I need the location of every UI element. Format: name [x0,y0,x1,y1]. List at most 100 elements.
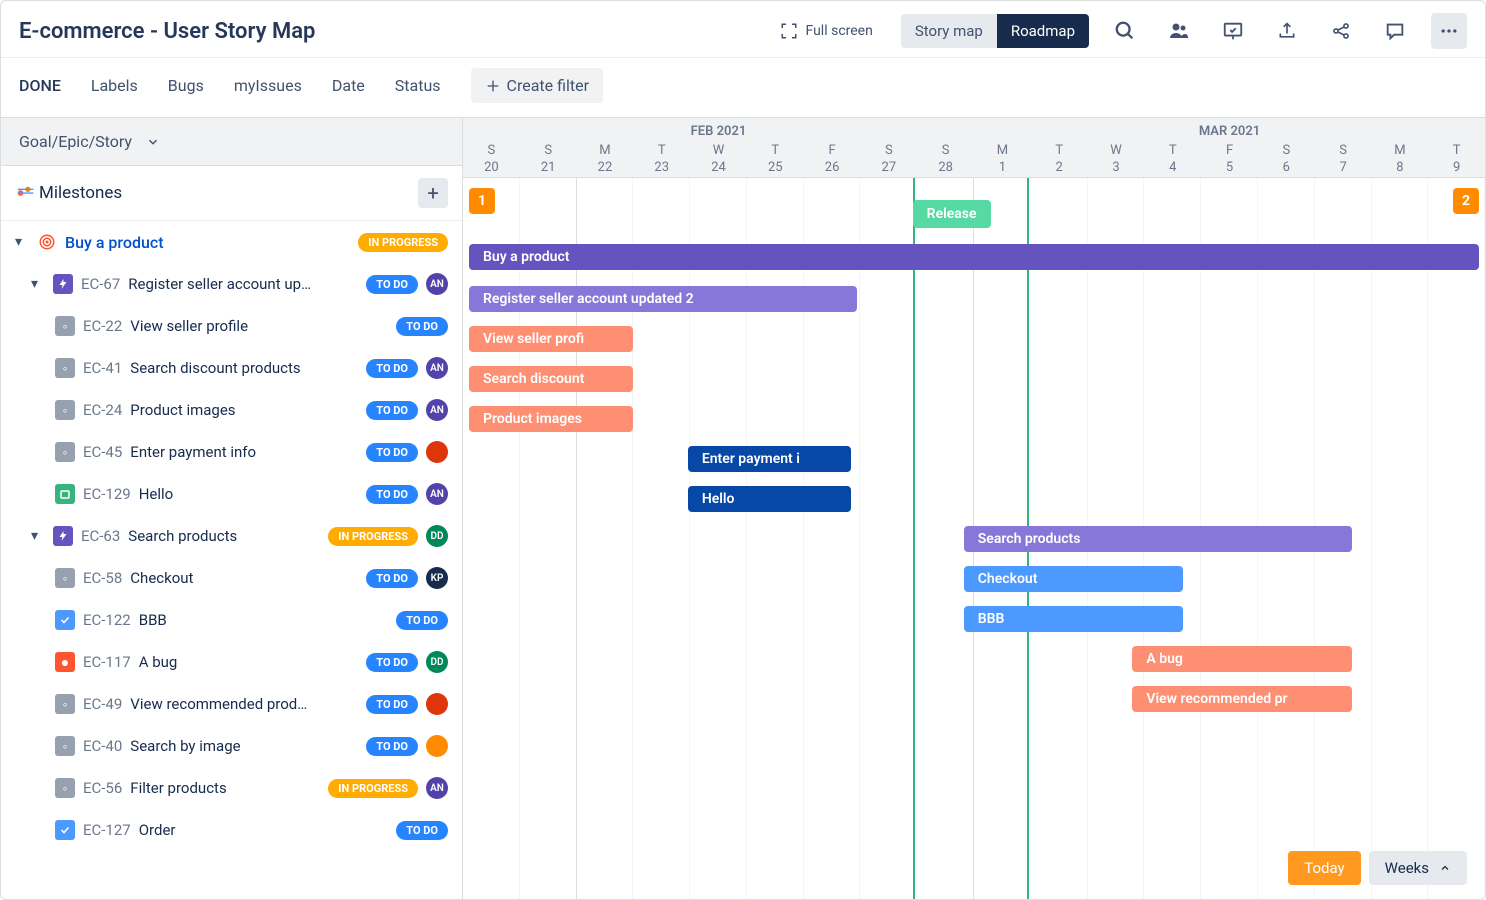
search-button[interactable] [1107,13,1143,49]
avatar: KP [426,567,448,589]
status-badge: TO DO [366,401,418,420]
comment-button[interactable] [1377,13,1413,49]
story-row[interactable]: ◦ EC-40 Search by image TO DO [1,725,462,767]
goal-row[interactable]: ▾ Buy a product IN PROGRESS [1,221,462,263]
avatar: AN [426,777,448,799]
filter-labels[interactable]: Labels [91,76,138,95]
story-icon: ◦ [55,316,75,336]
weeks-selector[interactable]: Weeks [1369,851,1467,885]
story-row[interactable]: ◦ EC-22 View seller profile TO DO [1,305,462,347]
status-badge: IN PROGRESS [328,779,418,798]
issue-key: EC-24 [83,401,122,419]
story-row[interactable]: ◦ EC-24 Product images TO DO AN [1,389,462,431]
weeks-label: Weeks [1385,859,1429,877]
day-column: F26 [804,141,861,177]
timeline-bar[interactable]: Checkout [964,566,1184,592]
expand-icon[interactable]: ▾ [31,528,45,544]
issue-key: EC-49 [83,695,122,713]
create-filter-button[interactable]: Create filter [471,68,603,103]
milestones-icon [15,182,39,204]
present-button[interactable] [1215,13,1251,49]
story-icon: ◦ [55,694,75,714]
timeline-bar[interactable]: A bug [1132,646,1352,672]
issue-key: EC-41 [83,359,122,377]
issue-text: Search by image [130,737,358,755]
story-row[interactable]: ◦ EC-58 Checkout TO DO KP [1,557,462,599]
timeline-bar[interactable]: Hello [688,486,852,512]
filter-date[interactable]: Date [332,76,365,95]
timeline-bar[interactable]: BBB [964,606,1184,632]
timeline-bar[interactable]: View seller profi [469,326,633,352]
create-filter-label: Create filter [507,76,589,95]
storymap-tab[interactable]: Story map [901,14,997,48]
issue-key: EC-58 [83,569,122,587]
issue-text: Search products [128,527,320,545]
status-badge: TO DO [366,653,418,672]
page-title: E-commerce - User Story Map [19,19,770,44]
avatar [426,735,448,757]
day-column: W24 [690,141,747,177]
issue-text: View seller profile [130,317,388,335]
issue-text: Checkout [130,569,358,587]
story-row[interactable]: ◦ EC-41 Search discount products TO DO A… [1,347,462,389]
filter-myissues[interactable]: myIssues [234,76,302,95]
more-button[interactable] [1431,13,1467,49]
status-badge: TO DO [396,821,448,840]
roadmap-tab[interactable]: Roadmap [997,14,1089,48]
epic-row[interactable]: ▾ EC-63 Search products IN PROGRESS DD [1,515,462,557]
filter-done[interactable]: DONE [19,76,61,95]
timeline-bar[interactable]: Product images [469,406,633,432]
month-label: FEB 2021 [463,118,974,141]
milestones-label: Milestones [39,183,418,203]
expand-icon[interactable]: ▾ [31,276,45,292]
today-button[interactable]: Today [1288,851,1360,885]
avatar: AN [426,483,448,505]
day-column: S28 [917,141,974,177]
timeline-bar[interactable]: Search discount [469,366,633,392]
story-row[interactable]: EC-127 Order TO DO [1,809,462,851]
status-badge: TO DO [396,317,448,336]
day-column: T9 [1428,141,1485,177]
story-row[interactable]: ◦ EC-45 Enter payment info TO DO [1,431,462,473]
story-row[interactable]: EC-122 BBB TO DO [1,599,462,641]
timeline-bar[interactable]: Enter payment i [688,446,852,472]
issue-key: EC-45 [83,443,122,461]
fullscreen-button[interactable]: Full screen [770,16,883,46]
issue-key: EC-67 [81,275,120,293]
timeline-bar-epic[interactable]: Register seller account updated 2 [469,286,857,312]
add-milestone-button[interactable]: + [418,178,448,208]
timeline-bar-epic[interactable]: Search products [964,526,1352,552]
expand-icon[interactable]: ▾ [15,234,29,250]
story-row[interactable]: ● EC-117 A bug TO DO DD [1,641,462,683]
export-icon [1277,21,1297,41]
filter-status[interactable]: Status [395,76,441,95]
avatar: DD [426,651,448,673]
day-column: S7 [1315,141,1372,177]
goal-text: Buy a product [65,233,164,252]
day-column: T25 [747,141,804,177]
status-badge: TO DO [366,443,418,462]
share-button[interactable] [1323,13,1359,49]
present-icon [1222,20,1244,42]
grouping-selector[interactable]: Goal/Epic/Story [1,118,462,166]
chevron-down-icon [146,135,160,149]
story-row[interactable]: ◦ EC-49 View recommended prod… TO DO [1,683,462,725]
timeline-bar-goal[interactable]: Buy a product [469,244,1479,270]
story-icon: ◦ [55,778,75,798]
milestone-marker-2[interactable]: 2 [1453,188,1479,214]
avatar: AN [426,273,448,295]
story-row[interactable]: EC-129 Hello TO DO AN [1,473,462,515]
release-marker[interactable]: Release [913,200,991,228]
day-column: T4 [1144,141,1201,177]
milestone-marker-1[interactable]: 1 [469,188,495,214]
timeline-bar[interactable]: View recommended pr [1132,686,1352,712]
story-row[interactable]: ◦ EC-56 Filter products IN PROGRESS AN [1,767,462,809]
grouping-label: Goal/Epic/Story [19,132,132,151]
story-icon: ◦ [55,400,75,420]
issue-text: Search discount products [130,359,358,377]
day-column: S27 [860,141,917,177]
epic-row[interactable]: ▾ EC-67 Register seller account up… TO D… [1,263,462,305]
filter-bugs[interactable]: Bugs [168,76,204,95]
export-button[interactable] [1269,13,1305,49]
people-button[interactable] [1161,13,1197,49]
